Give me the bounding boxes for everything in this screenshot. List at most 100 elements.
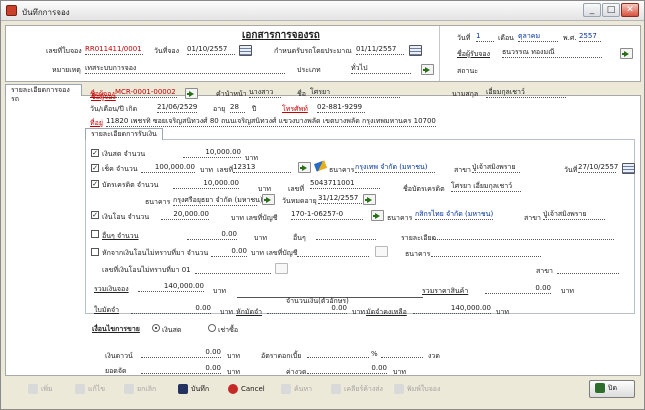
cancel-button[interactable]: Cancel (228, 382, 265, 398)
age-label: อายุ (213, 105, 226, 113)
term-field[interactable] (381, 348, 423, 358)
add-icon (28, 384, 38, 394)
installment-field[interactable]: 0.00 (307, 364, 387, 374)
clear-pending-button[interactable]: เคลียร์ค้างส่ง (331, 382, 383, 398)
customer-code-field[interactable]: MCR-0001-00002 (115, 88, 177, 98)
wht-acc-label: บาท เลขที่บัญชี (251, 249, 298, 257)
cancel-doc-button[interactable]: ยกเลิก (124, 382, 156, 398)
detail-field[interactable] (434, 230, 614, 240)
other2-field[interactable] (316, 230, 376, 240)
down-payment-field[interactable]: 0.00 (141, 348, 221, 358)
close-button[interactable]: ✕ (621, 3, 639, 17)
tab-booking-details[interactable]: รายละเอียดการจองรถ (5, 84, 82, 103)
remain-field[interactable]: 140,000.00 (413, 304, 491, 314)
cheque-no-field[interactable]: 12313 (233, 163, 291, 173)
print-button[interactable]: พิมพ์ใบจอง (394, 382, 440, 398)
cheque-bank-field[interactable]: กรุงเทพ จำกัด (มหาชน) (355, 163, 435, 173)
card-checkbox[interactable]: ✓ (91, 180, 99, 188)
month-label: เดือน (498, 34, 514, 42)
sales-field[interactable]: ธนวรรณ ทองมณี (502, 48, 602, 58)
card-bank-field[interactable]: กรุงศรีอยุธยา จำกัด (มหาชน) (173, 196, 263, 206)
unknown-branch-field[interactable] (557, 264, 619, 274)
sales-lookup-icon[interactable] (620, 48, 633, 59)
note-label: หมายเหตุ (52, 66, 81, 74)
prefix-field[interactable]: นางสาว (249, 88, 281, 98)
add-button[interactable]: เพิ่ม (28, 382, 53, 398)
cash-sale-radio[interactable] (152, 324, 160, 332)
doc-no-field[interactable]: RR011411/0001 (85, 45, 143, 55)
close-window-button[interactable]: ปิด (589, 380, 635, 398)
wht-amount-field[interactable]: 0.00 (211, 247, 247, 257)
year-field[interactable]: 2557 (579, 32, 601, 42)
unknown-transfer-field[interactable] (195, 264, 271, 274)
minimize-button[interactable]: _ (583, 3, 601, 17)
exit-icon (595, 383, 605, 393)
card-expire-field[interactable]: 31/12/2557 (318, 194, 362, 204)
unknown-transfer-lookup-icon[interactable] (275, 263, 288, 274)
other-checkbox[interactable] (91, 230, 99, 238)
customer-lookup-icon[interactable] (185, 88, 198, 99)
down-field[interactable]: 0.00 (131, 304, 211, 314)
other-amount-field[interactable]: 0.00 (187, 230, 237, 240)
transfer-amount-field[interactable]: 20,000.00 (161, 210, 209, 220)
deliv-date-calendar-icon[interactable] (409, 45, 422, 56)
cheque-date-calendar-icon[interactable] (622, 163, 635, 174)
first-name-field[interactable]: โศรยา (310, 88, 400, 98)
card-no-field[interactable]: 5043711001 (310, 179, 380, 189)
cheque-date-field[interactable]: 27/10/2557 (578, 163, 618, 173)
day-field[interactable]: 1 (476, 32, 494, 42)
cheque-branch-field[interactable]: ปู่เจ้าสมิงพราย (472, 163, 520, 173)
sales-label: ชื่อผู้รับจอง (457, 50, 490, 58)
transfer-lookup-icon[interactable] (371, 210, 384, 221)
tab-payment-details[interactable]: รายละเอียดการรับเงิน (85, 128, 163, 140)
cheque-amount-field[interactable]: 100,000.00 (141, 163, 195, 173)
deliv-date-field[interactable]: 01/11/2557 (356, 45, 404, 55)
down-payment-baht-label: บาท (227, 352, 240, 360)
maximize-button[interactable]: □ (602, 3, 620, 17)
wht-bank-field[interactable] (431, 247, 541, 257)
type-lookup-icon[interactable] (421, 64, 434, 75)
last-name-label: นามสกุล (452, 90, 479, 98)
wht-checkbox[interactable] (91, 248, 99, 256)
note-field[interactable]: เทสระบบการจอง (85, 64, 285, 74)
transfer-branch-field[interactable]: ปู่เจ้าสมิงพราย (543, 210, 605, 220)
cheque-checkbox[interactable]: ✓ (91, 164, 99, 172)
total-field[interactable]: 140,000.00 (138, 282, 204, 292)
card-bank-lookup-icon[interactable] (262, 194, 275, 205)
lease-sale-radio[interactable] (208, 324, 216, 332)
paid-field[interactable]: 0.00 (267, 304, 347, 314)
card-expire-lookup-icon[interactable] (363, 194, 376, 205)
cash-amount-field[interactable]: 10,000.00 (183, 148, 241, 158)
cheque-lookup-icon[interactable] (298, 162, 311, 173)
type-field[interactable]: ทั่วไป (351, 64, 411, 74)
book-date-calendar-icon[interactable] (239, 45, 252, 56)
product-price-field[interactable]: 0.00 (485, 284, 551, 294)
interest-rate-field[interactable] (307, 348, 369, 358)
wht-acc-field[interactable] (297, 247, 369, 257)
wht-lookup-icon[interactable] (375, 246, 388, 257)
card-amount-field[interactable]: 10,000.00 (173, 179, 239, 189)
month-field[interactable]: ตุลาคม (518, 32, 558, 42)
address-field[interactable]: 11820 เพชรทิ ซอยเจริญสนิทวงศ์ 80 ถนนเจริ… (106, 117, 436, 127)
cash-checkbox[interactable]: ✓ (91, 149, 99, 157)
dob-field[interactable]: 21/06/2529 (157, 103, 197, 113)
save-button[interactable]: บันทึก (178, 382, 209, 398)
edit-button[interactable]: แก้ไข (75, 382, 105, 398)
book-date-field[interactable]: 01/10/2557 (187, 45, 235, 55)
balance-field[interactable]: 0.00 (141, 364, 221, 374)
card-bank-label: ธนาคาร (145, 198, 171, 206)
deliv-date-label: กำหนดรับรถโดยประมาณ (274, 47, 352, 55)
search-icon (281, 384, 291, 394)
last-name-field[interactable]: เอี่ยมกุลเชาว์ (486, 88, 566, 98)
phone-field[interactable]: 02-881-9299 (317, 103, 365, 113)
transfer-acc-field[interactable]: 170-1-06257-0 (291, 210, 363, 220)
card-holder-field[interactable]: โศรยา เอี่ยมกุลเชาว์ (451, 182, 521, 192)
search-button[interactable]: ค้นหา (281, 382, 312, 398)
floppy-icon (178, 384, 188, 394)
card-expire-label: วันหมดอายุ (282, 197, 317, 205)
remain-baht-label: บาท (496, 308, 509, 316)
lease-sale-label: เช่าซื้อ (218, 326, 239, 334)
transfer-bank-field[interactable]: กสิกรไทย จำกัด (มหาชน) (415, 210, 493, 220)
age-field[interactable]: 28 (230, 103, 245, 113)
transfer-checkbox[interactable]: ✓ (91, 211, 99, 219)
